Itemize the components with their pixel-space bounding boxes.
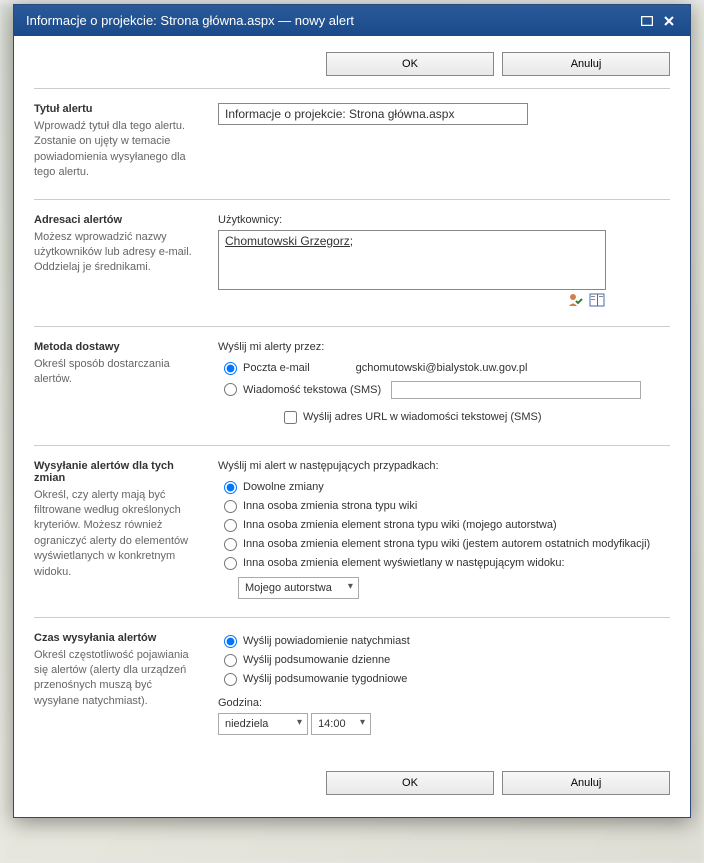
section-heading: Tytuł alertu — [34, 103, 198, 115]
section-alert-title: Tytuł alertu Wprowadź tytuł dla tego ale… — [34, 88, 670, 199]
delivery-sms-radio[interactable] — [224, 383, 237, 396]
dialog-title: Informacje o projekcie: Strona główna.as… — [26, 13, 634, 28]
section-delivery: Metoda dostawy Określ sposób dostarczani… — [34, 326, 670, 445]
changes-opt4-radio[interactable] — [224, 538, 237, 551]
changes-opt1-label: Dowolne zmiany — [243, 481, 324, 493]
dialog-body: OK Anuluj Tytuł alertu Wprowadź tytuł dl… — [14, 36, 690, 817]
sms-number-input[interactable] — [391, 381, 641, 399]
timing-opt3-radio[interactable] — [224, 673, 237, 686]
delivery-email-radio[interactable] — [224, 362, 237, 375]
timing-opt2-label: Wyślij podsumowanie dzienne — [243, 654, 390, 666]
cancel-button-bottom[interactable]: Anuluj — [502, 771, 670, 795]
timing-opt1-radio[interactable] — [224, 635, 237, 648]
section-heading: Czas wysyłania alertów — [34, 632, 198, 644]
changes-opt5-radio[interactable] — [224, 557, 237, 570]
alert-title-input[interactable] — [218, 103, 528, 125]
browse-icon[interactable] — [588, 292, 606, 308]
changes-opt1-radio[interactable] — [224, 481, 237, 494]
section-heading: Adresaci alertów — [34, 214, 198, 226]
section-desc: Możesz wprowadzić nazwy użytkowników lub… — [34, 230, 198, 276]
sms-url-label: Wyślij adres URL w wiadomości tekstowej … — [303, 411, 542, 423]
hour-label: Godzina: — [218, 697, 670, 709]
alert-dialog: Informacje o projekcie: Strona główna.as… — [13, 4, 691, 818]
section-heading: Metoda dostawy — [34, 341, 198, 353]
timing-opt3-label: Wyślij podsumowanie tygodniowe — [243, 673, 407, 685]
recipients-input[interactable]: Chomutowski Grzegorz; — [218, 230, 606, 290]
top-button-row: OK Anuluj — [34, 52, 670, 76]
ok-button-bottom[interactable]: OK — [326, 771, 494, 795]
time-select[interactable]: 14:00 — [311, 713, 371, 735]
section-desc: Określ sposób dostarczania alertów. — [34, 357, 198, 388]
day-select[interactable]: niedziela — [218, 713, 308, 735]
check-names-icon[interactable] — [566, 292, 584, 308]
section-desc: Wprowadź tytuł dla tego alertu. Zostanie… — [34, 119, 198, 181]
section-desc: Określ częstotliwość pojawiania się aler… — [34, 648, 198, 710]
section-recipients: Adresaci alertów Możesz wprowadzić nazwy… — [34, 199, 670, 326]
changes-opt2-label: Inna osoba zmienia strona typu wiki — [243, 500, 417, 512]
section-heading: Wysyłanie alertów dla tych zmian — [34, 460, 198, 484]
timing-opt1-label: Wyślij powiadomienie natychmiast — [243, 635, 410, 647]
users-label: Użytkownicy: — [218, 214, 670, 226]
maximize-icon[interactable] — [638, 14, 656, 28]
changes-opt2-radio[interactable] — [224, 500, 237, 513]
changes-opt4-label: Inna osoba zmienia element strona typu w… — [243, 538, 650, 550]
section-desc: Określ, czy alerty mają być filtrowane w… — [34, 488, 198, 580]
changes-opt3-radio[interactable] — [224, 519, 237, 532]
changes-label: Wyślij mi alert w następujących przypadk… — [218, 460, 670, 472]
close-icon[interactable] — [660, 14, 678, 28]
sms-url-checkbox[interactable] — [284, 411, 297, 424]
timing-opt2-radio[interactable] — [224, 654, 237, 667]
changes-opt3-label: Inna osoba zmienia element strona typu w… — [243, 519, 557, 531]
cancel-button-top[interactable]: Anuluj — [502, 52, 670, 76]
delivery-label: Wyślij mi alerty przez: — [218, 341, 670, 353]
view-select[interactable]: Mojego autorstwa — [238, 577, 359, 599]
delivery-email-value: gchomutowski@bialystok.uw.gov.pl — [356, 362, 528, 374]
delivery-sms-label: Wiadomość tekstowa (SMS) — [243, 384, 381, 396]
bottom-button-row: OK Anuluj — [34, 771, 670, 795]
changes-opt5-label: Inna osoba zmienia element wyświetlany w… — [243, 557, 565, 569]
delivery-email-label: Poczta e-mail — [243, 362, 310, 374]
ok-button-top[interactable]: OK — [326, 52, 494, 76]
section-timing: Czas wysyłania alertów Określ częstotliw… — [34, 617, 670, 753]
dialog-titlebar: Informacje o projekcie: Strona główna.as… — [14, 5, 690, 36]
section-changes: Wysyłanie alertów dla tych zmian Określ,… — [34, 445, 670, 617]
